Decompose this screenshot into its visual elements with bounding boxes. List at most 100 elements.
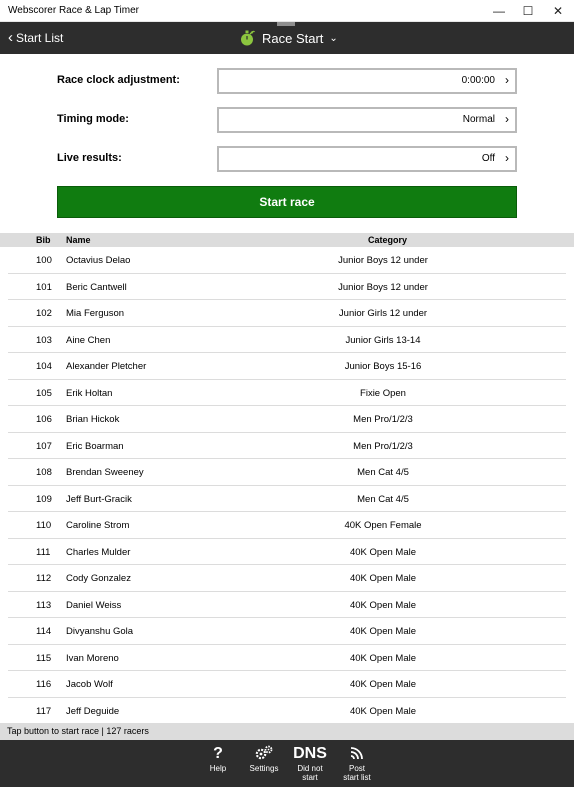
category-cell: Junior Boys 12 under xyxy=(338,281,428,293)
timing-mode-row: Timing mode: Normal › xyxy=(57,107,517,133)
table-header: Bib Name Category xyxy=(0,233,574,247)
maximize-button[interactable]: ☐ xyxy=(513,0,543,22)
category-cell: 40K Open Male xyxy=(349,705,416,717)
stopwatch-icon xyxy=(241,30,255,46)
table-row[interactable]: 106 Brian Hickok Men Pro/1/2/3 xyxy=(8,406,566,433)
timing-mode-value: Normal xyxy=(462,114,495,125)
name-cell: Erik Holtan xyxy=(66,387,113,399)
minimize-icon: — xyxy=(493,4,505,18)
back-button[interactable]: ‹ Start List xyxy=(8,30,63,45)
table-row[interactable]: 100 Octavius Delao Junior Boys 12 under xyxy=(8,247,566,274)
category-cell: Men Cat 4/5 xyxy=(357,467,409,478)
category-cell: 40K Open Male xyxy=(349,546,416,558)
table-row[interactable]: 111 Charles Mulder 40K Open Male xyxy=(8,539,566,565)
table-row[interactable]: 116 Jacob Wolf 40K Open Male xyxy=(8,671,566,698)
column-header-category[interactable]: Category xyxy=(368,235,407,245)
app-header: ‹ Start List Race Start ⌄ xyxy=(0,22,574,54)
bib-cell: 101 xyxy=(36,281,52,293)
racer-list[interactable]: 100 Octavius Delao Junior Boys 12 under 101… xyxy=(0,247,574,723)
chevron-right-icon: › xyxy=(505,73,509,87)
help-button[interactable]: ? Help xyxy=(193,744,243,773)
table-row[interactable]: 115 Ivan Moreno 40K Open Male xyxy=(8,645,566,671)
category-cell: Junior Boys 12 under xyxy=(338,255,428,266)
bib-cell: 116 xyxy=(36,679,52,690)
drag-handle[interactable] xyxy=(277,22,295,26)
name-cell: Octavius Delao xyxy=(66,255,131,266)
chevron-down-icon: ⌄ xyxy=(329,32,338,44)
title-bar: Webscorer Race & Lap Timer — ☐ ✕ xyxy=(0,0,574,22)
table-row[interactable]: 103 Aine Chen Junior Girls 13-14 xyxy=(8,327,566,353)
chevron-right-icon: › xyxy=(505,151,509,165)
page-title: Race Start xyxy=(262,30,324,46)
name-cell: Daniel Weiss xyxy=(66,599,122,611)
table-row[interactable]: 104 Alexander Pletcher Junior Boys 15-16 xyxy=(8,353,566,380)
column-header-name[interactable]: Name xyxy=(66,235,91,245)
name-cell: Mia Ferguson xyxy=(66,308,125,319)
table-row[interactable]: 105 Erik Holtan Fixie Open xyxy=(8,380,566,406)
chevron-left-icon: ‹ xyxy=(8,29,13,46)
category-cell: 40K Open Male xyxy=(349,599,416,611)
table-row[interactable]: 109 Jeff Burt-Gracik Men Cat 4/5 xyxy=(8,486,566,512)
name-cell: Caroline Strom xyxy=(66,520,130,531)
gears-icon xyxy=(239,744,289,762)
table-row[interactable]: 101 Beric Cantwell Junior Boys 12 under xyxy=(8,274,566,300)
clock-adjustment-label: Race clock adjustment: xyxy=(57,74,180,86)
table-row[interactable]: 102 Mia Ferguson Junior Girls 12 under xyxy=(8,300,566,327)
bib-cell: 117 xyxy=(36,705,52,717)
start-race-button[interactable]: Start race xyxy=(57,186,517,218)
name-cell: Jeff Deguide xyxy=(66,705,120,717)
dns-label-line-2: start xyxy=(302,773,318,782)
category-cell: Junior Girls 13-14 xyxy=(345,334,421,346)
bib-cell: 102 xyxy=(36,308,52,319)
category-cell: 40K Open Male xyxy=(349,626,416,637)
table-row[interactable]: 113 Daniel Weiss 40K Open Male xyxy=(8,592,566,618)
post-start-list-button[interactable]: Post start list xyxy=(332,744,382,782)
bib-cell: 109 xyxy=(36,493,52,505)
column-header-bib[interactable]: Bib xyxy=(36,235,51,245)
name-cell: Cody Gonzalez xyxy=(66,573,131,584)
chevron-right-icon: › xyxy=(505,112,509,126)
bib-cell: 104 xyxy=(36,361,52,372)
name-cell: Ivan Moreno xyxy=(66,652,119,664)
close-button[interactable]: ✕ xyxy=(543,0,573,22)
post-label-line-2: start list xyxy=(343,773,371,782)
category-cell: 40K Open Male xyxy=(349,652,416,664)
minimize-button[interactable]: — xyxy=(484,0,514,22)
category-cell: Men Pro/1/2/3 xyxy=(353,440,413,452)
bib-cell: 114 xyxy=(36,626,52,637)
table-row[interactable]: 117 Jeff Deguide 40K Open Male xyxy=(8,698,566,724)
name-cell: Jacob Wolf xyxy=(66,679,113,690)
name-cell: Charles Mulder xyxy=(66,546,131,558)
timing-mode-label: Timing mode: xyxy=(57,113,129,125)
dns-icon: DNS xyxy=(293,744,327,762)
name-cell: Beric Cantwell xyxy=(66,281,127,293)
clock-adjustment-row: Race clock adjustment: 0:00:00 › xyxy=(57,68,517,94)
table-row[interactable]: 114 Divyanshu Gola 40K Open Male xyxy=(8,618,566,645)
did-not-start-button[interactable]: DNS Did not start xyxy=(285,744,335,782)
table-row[interactable]: 108 Brendan Sweeney Men Cat 4/5 xyxy=(8,459,566,486)
clock-adjustment-field[interactable]: 0:00:00 › xyxy=(217,68,517,94)
table-row[interactable]: 112 Cody Gonzalez 40K Open Male xyxy=(8,565,566,592)
table-row[interactable]: 110 Caroline Strom 40K Open Female xyxy=(8,512,566,539)
question-icon: ? xyxy=(213,744,223,762)
dns-label-line-1: Did not xyxy=(297,764,323,773)
name-cell: Brian Hickok xyxy=(66,414,120,425)
name-cell: Brendan Sweeney xyxy=(66,467,144,478)
live-results-field[interactable]: Off › xyxy=(217,146,517,172)
page-title-dropdown[interactable]: Race Start ⌄ xyxy=(238,27,338,49)
settings-button[interactable]: Settings xyxy=(239,744,289,773)
bib-cell: 112 xyxy=(36,573,52,584)
table-row[interactable]: 107 Eric Boarman Men Pro/1/2/3 xyxy=(8,433,566,459)
bottom-app-bar: ? Help Settings DNS Did not start Post s… xyxy=(0,740,574,787)
category-cell: 40K Open Male xyxy=(349,679,416,690)
status-bar: Tap button to start race | 127 racers xyxy=(0,723,574,740)
name-cell: Jeff Burt-Gracik xyxy=(66,493,132,505)
timing-mode-field[interactable]: Normal › xyxy=(217,107,517,133)
live-results-value: Off xyxy=(481,153,495,164)
bib-cell: 107 xyxy=(36,440,52,452)
bib-cell: 115 xyxy=(36,652,52,664)
bib-cell: 108 xyxy=(36,467,52,478)
bib-cell: 111 xyxy=(36,546,51,558)
name-cell: Alexander Pletcher xyxy=(66,361,147,372)
maximize-icon: ☐ xyxy=(522,4,534,18)
